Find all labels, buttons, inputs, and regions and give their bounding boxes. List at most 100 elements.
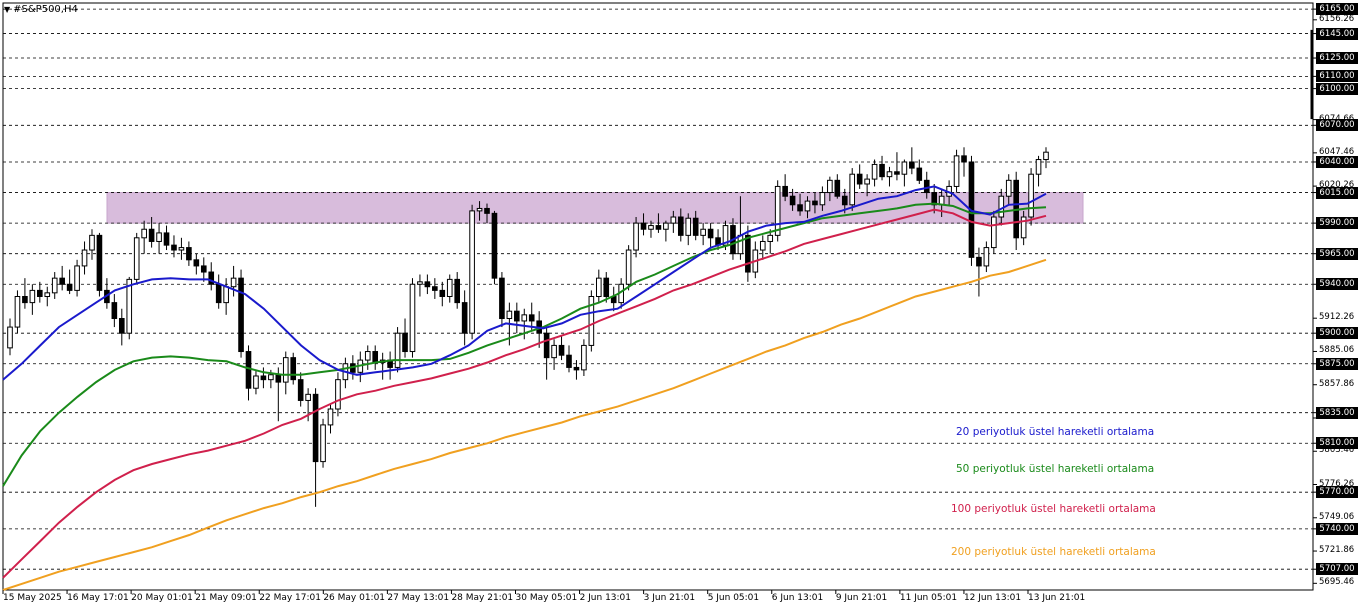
- candle-body: [894, 171, 900, 175]
- level-price-label: 6165.00: [1316, 3, 1358, 16]
- candle-body: [648, 225, 654, 230]
- candle-body: [51, 277, 58, 294]
- candle-body: [506, 310, 513, 320]
- candle-body: [461, 302, 468, 334]
- candle-body: [223, 286, 229, 304]
- candle-body: [804, 200, 811, 212]
- x-tick-label: 9 Jun 21:01: [835, 593, 888, 603]
- candle-body: [521, 314, 528, 322]
- y-tick-label: 6156.26: [1319, 13, 1355, 24]
- x-tick-label: 12 Jun 13:01: [963, 593, 1022, 603]
- candle-body: [909, 161, 915, 169]
- candle-body: [707, 228, 714, 239]
- candle-body: [260, 375, 267, 381]
- candle-body: [923, 179, 930, 194]
- candle-body: [849, 173, 856, 206]
- candle-body: [424, 281, 431, 288]
- level-price-label: 5770.00: [1316, 486, 1358, 499]
- candle-body: [745, 234, 751, 273]
- candle-body: [327, 408, 334, 426]
- candle-body: [29, 289, 36, 304]
- candle-body: [886, 171, 893, 178]
- candle-body: [901, 161, 908, 175]
- candle-body: [566, 354, 572, 368]
- candle-body: [991, 216, 997, 249]
- candle-body: [633, 222, 639, 251]
- candle-body: [573, 366, 580, 371]
- candle-body: [208, 271, 215, 285]
- candle-body: [186, 247, 192, 261]
- x-tick-label: 26 May 01:01: [323, 593, 386, 603]
- candle-body: [514, 310, 520, 322]
- level-price-label: 5740.00: [1316, 522, 1358, 535]
- candle-body: [439, 289, 446, 297]
- candle-body: [834, 179, 841, 197]
- level-price-label: 6145.00: [1316, 27, 1358, 40]
- x-tick-label: 5 Jun 05:01: [707, 593, 760, 603]
- candle-body: [484, 207, 490, 214]
- y-tick-label: 5885.06: [1319, 345, 1355, 356]
- candle-body: [543, 332, 550, 359]
- y-tick-label: 5749.06: [1319, 511, 1355, 522]
- candle-body: [275, 374, 282, 383]
- x-tick-label: 22 May 17:01: [259, 593, 321, 603]
- candle-body: [1035, 159, 1042, 175]
- candle-body: [581, 344, 587, 371]
- level-price-label: 5835.00: [1316, 406, 1358, 419]
- candle-body: [312, 393, 319, 463]
- x-tick-label: 30 May 05:01: [515, 593, 578, 603]
- x-tick-label: 11 Jun 05:01: [899, 593, 958, 603]
- candle-body: [961, 155, 967, 163]
- candle-body: [7, 326, 13, 349]
- candle-body: [551, 344, 557, 359]
- candle-body: [37, 289, 43, 297]
- candle-body: [879, 163, 885, 178]
- candle-body: [245, 351, 252, 389]
- candle-body: [469, 210, 475, 334]
- candle-body: [558, 344, 565, 356]
- candle-body: [163, 232, 170, 246]
- candle-body: [238, 277, 244, 353]
- ema100-line: [2, 208, 1047, 579]
- candle-body: [14, 296, 21, 328]
- x-tick-label: 13 Jun 21:01: [1028, 593, 1086, 603]
- y-tick-label: 5857.86: [1319, 378, 1355, 389]
- candle-body: [998, 195, 1005, 218]
- candle-body: [767, 234, 774, 242]
- candle-body: [476, 207, 483, 212]
- x-tick-label: 27 May 13:01: [387, 593, 450, 603]
- candle-body: [394, 332, 401, 368]
- candle-body: [655, 225, 662, 230]
- x-tick-label: 6 Jun 13:01: [771, 593, 824, 603]
- candle-body: [126, 278, 133, 334]
- candle-body: [692, 217, 699, 236]
- candle-body: [491, 212, 498, 279]
- candle-body: [290, 357, 297, 381]
- legend-ema200: 200 periyotluk üstel hareketli ortalama: [951, 546, 1156, 558]
- candle-body: [953, 155, 960, 187]
- price-chart[interactable]: [0, 0, 1362, 611]
- candle-body: [677, 216, 684, 236]
- candle-body: [595, 277, 602, 297]
- candle-body: [297, 379, 304, 401]
- candle-body: [335, 379, 341, 410]
- level-price-label: 6070.00: [1316, 119, 1358, 132]
- x-tick-label: 21 May 09:01: [195, 593, 257, 603]
- candle-body: [171, 244, 177, 251]
- candle-body: [663, 222, 669, 230]
- x-tick-label: 20 May 01:01: [131, 593, 193, 603]
- candle-body: [528, 314, 535, 322]
- level-price-label: 5990.00: [1316, 217, 1358, 230]
- candle-body: [111, 302, 118, 320]
- candle-body: [841, 195, 848, 206]
- candle-body: [1043, 151, 1049, 161]
- x-tick-label: 3 Jun 21:01: [643, 593, 696, 603]
- candle-body: [871, 163, 878, 180]
- candle-body: [812, 200, 818, 206]
- x-tick-label: 2 Jun 13:01: [579, 593, 632, 603]
- legend-ema50: 50 periyotluk üstel hareketli ortalama: [956, 463, 1155, 475]
- candle-body: [268, 374, 274, 381]
- candle-body: [864, 178, 870, 185]
- level-price-label: 6015.00: [1316, 186, 1358, 199]
- candle-body: [89, 234, 95, 251]
